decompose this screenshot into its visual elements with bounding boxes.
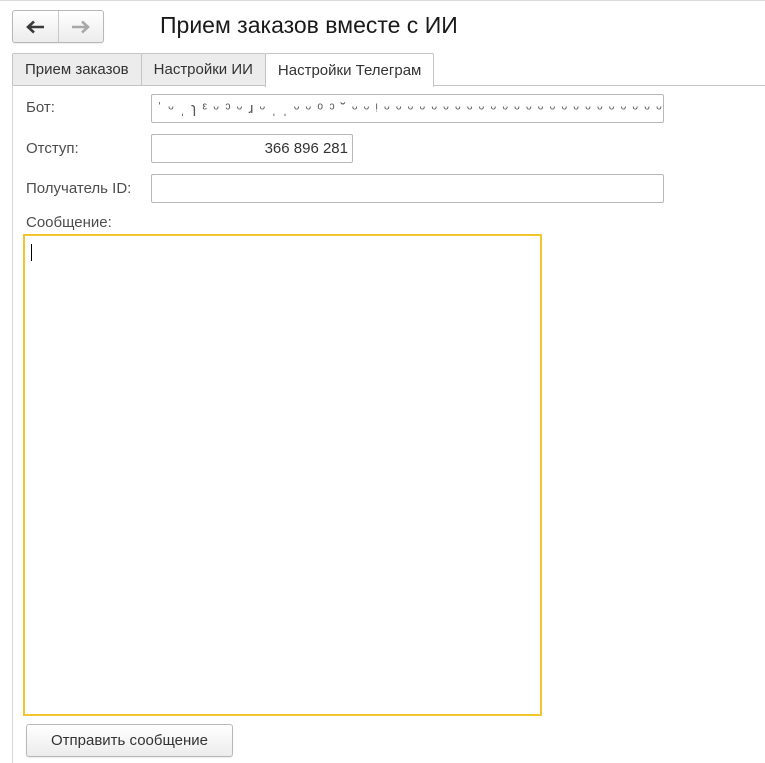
send-message-button[interactable]: Отправить сообщение <box>26 724 233 757</box>
message-textarea[interactable] <box>23 234 542 716</box>
page-title: Прием заказов вместе с ИИ <box>160 12 458 38</box>
tab-telegram-settings[interactable]: Настройки Телеграм <box>264 53 435 87</box>
arrow-left-icon <box>26 20 45 33</box>
forward-button[interactable] <box>57 11 104 42</box>
tab-panel-left-border <box>12 85 13 763</box>
text-caret <box>31 244 32 261</box>
message-label: Сообщение: <box>26 214 112 231</box>
arrow-right-icon <box>71 20 90 33</box>
form-window: Прием заказов вместе с ИИ Прием заказов … <box>0 0 765 763</box>
offset-field[interactable]: 366 896 281 <box>151 134 353 163</box>
recipient-id-field[interactable] <box>151 174 664 203</box>
tab-ai-settings[interactable]: Настройки ИИ <box>140 53 266 85</box>
tab-orders[interactable]: Прием заказов <box>12 53 142 85</box>
tab-bar: Прием заказов Настройки ИИ Настройки Тел… <box>12 53 435 87</box>
recipient-id-label: Получатель ID: <box>26 180 132 197</box>
offset-label: Отступ: <box>26 140 79 157</box>
back-button[interactable] <box>13 11 58 42</box>
navigation-buttons <box>12 10 104 43</box>
bot-token-field[interactable]: ˈ ᵕ ˌ ɿ ᵋ ᵕ ᵓ ᵕ ɹ ᵕ ˌ ˌ ᵕ ᵕ ᵒ ᵓ ˘ ᵕ ᵕ ᵎ … <box>151 94 664 123</box>
bot-label: Бот: <box>26 99 55 116</box>
